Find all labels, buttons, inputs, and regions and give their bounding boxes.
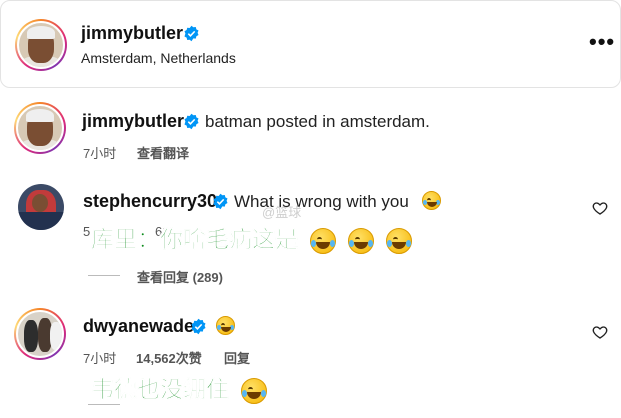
replies-divider: [88, 404, 120, 405]
post-header: jimmybutler Amsterdam, Netherlands •••: [0, 0, 621, 88]
overlay-caption-text: 库里：你啥毛病这是: [91, 227, 299, 254]
comment-time: 7小时: [83, 351, 117, 366]
avatar[interactable]: [14, 102, 66, 154]
verified-badge-icon: [184, 113, 199, 130]
face-with-tears-of-joy-emoji: [241, 377, 268, 404]
avatar[interactable]: [18, 184, 64, 230]
header-location[interactable]: Amsterdam, Netherlands: [81, 50, 236, 66]
replies-divider: [88, 275, 120, 276]
comment-text: What is wrong with you: [234, 192, 409, 211]
header-username[interactable]: jimmybutler: [81, 23, 183, 44]
comment-username[interactable]: stephencurry30: [83, 191, 217, 212]
comment-text: batman posted in amsterdam.: [205, 112, 430, 131]
overlay-caption-text: 韦德也没绷住: [91, 377, 230, 404]
watermark: @篮球: [262, 205, 302, 220]
face-with-tears-of-joy-emoji: [422, 191, 441, 210]
face-with-tears-of-joy-emoji: [216, 316, 235, 335]
face-with-tears-of-joy-emoji: [310, 227, 337, 254]
view-replies-link[interactable]: 查看回复 (289): [137, 267, 223, 286]
avatar-image: [17, 21, 65, 69]
avatar-image: [16, 104, 64, 152]
translate-link[interactable]: 查看翻译: [137, 143, 189, 162]
verified-badge-icon: [184, 25, 199, 42]
more-options-icon[interactable]: •••: [589, 29, 615, 55]
avatar-image: [16, 310, 64, 358]
reply-link[interactable]: 回复: [224, 348, 250, 367]
comment-username[interactable]: dwyanewade: [83, 316, 194, 337]
verified-badge-icon: [191, 318, 206, 335]
overlay-caption: 库里：你啥毛病这是: [91, 220, 413, 254]
overlay-caption: 韦德也没绷住: [91, 370, 268, 404]
comment-username[interactable]: jimmybutler: [82, 111, 184, 132]
comment-time: 5: [83, 224, 91, 239]
avatar[interactable]: [15, 19, 67, 71]
avatar[interactable]: [14, 308, 66, 360]
face-with-tears-of-joy-emoji: [348, 227, 375, 254]
face-with-tears-of-joy-emoji: [386, 227, 413, 254]
heart-icon[interactable]: [592, 200, 608, 216]
verified-badge-icon: [213, 193, 228, 210]
comment-likes[interactable]: 14,562次赞: [136, 348, 202, 367]
heart-icon[interactable]: [592, 324, 608, 340]
comment-time: 7小时: [83, 146, 117, 161]
